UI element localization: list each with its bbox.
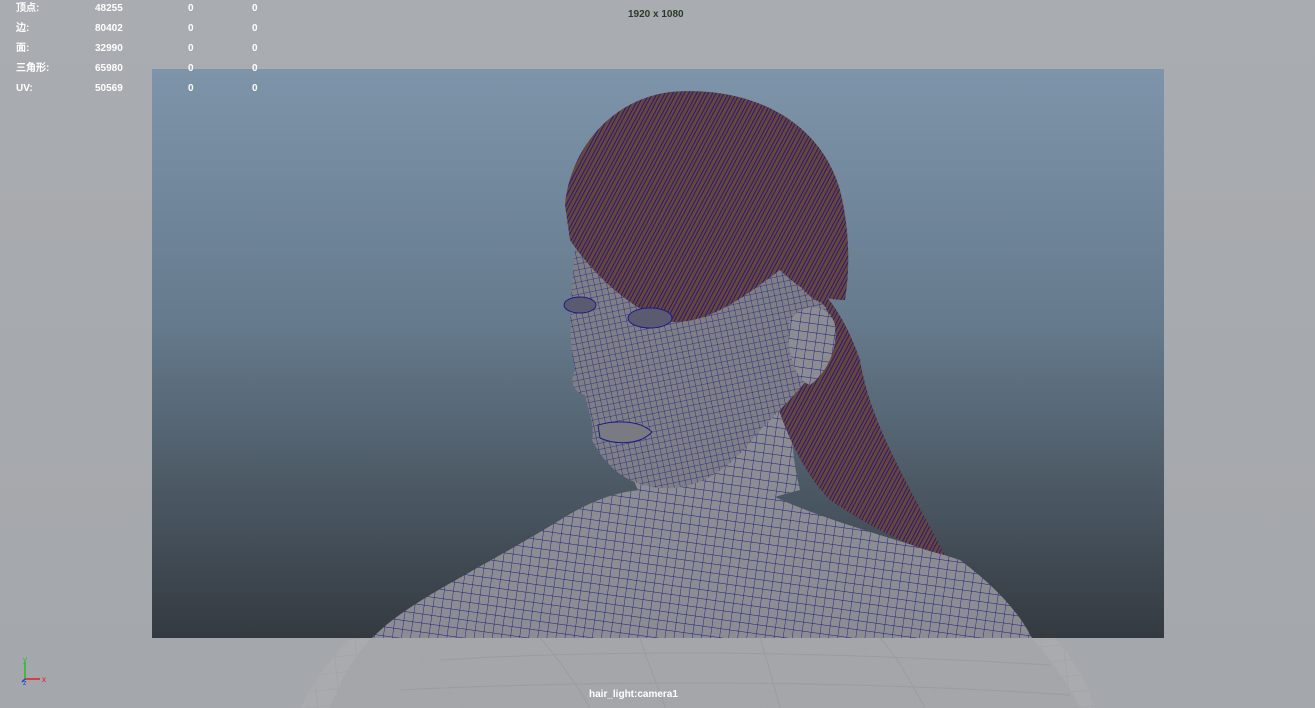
hud-label: 面: <box>16 43 30 54</box>
hud-uv-shell: 0 <box>252 3 258 14</box>
y-axis-label: y <box>23 656 27 664</box>
scene-render[interactable] <box>0 0 1315 708</box>
hud-row-vertices: 顶点: 48255 0 0 <box>16 0 276 19</box>
hud-uv-shell: 0 <box>252 43 258 54</box>
hud-uv-shell: 0 <box>252 63 258 74</box>
hud-selected: 0 <box>188 63 194 74</box>
hud-selected: 0 <box>188 3 194 14</box>
hud-selected: 0 <box>188 43 194 54</box>
hud-uv-shell: 0 <box>252 83 258 94</box>
lower-body-outside <box>330 637 1080 708</box>
hud-row-triangles: 三角形: 65980 0 0 <box>16 59 276 79</box>
hud-total: 65980 <box>95 63 123 74</box>
resolution-gate-label: 1920 x 1080 <box>628 9 684 20</box>
hud-label: 三角形: <box>16 63 50 74</box>
hud-total: 48255 <box>95 3 123 14</box>
hud-label: 边: <box>16 23 30 34</box>
hud-uv-shell: 0 <box>252 23 258 34</box>
hud-row-faces: 面: 32990 0 0 <box>16 39 276 59</box>
view-axis-icon: x y z <box>21 656 46 686</box>
hud-total: 50569 <box>95 83 123 94</box>
camera-name-label: hair_light:camera1 <box>589 689 678 700</box>
hud-row-edges: 边: 80402 0 0 <box>16 19 276 39</box>
heads-up-poly-count: 顶点: 48255 0 0 边: 80402 0 0 面: 32990 0 0 … <box>16 0 276 99</box>
z-axis-label: z <box>23 680 27 686</box>
hud-total: 80402 <box>95 23 123 34</box>
hud-row-uvs: UV: 50569 0 0 <box>16 79 276 99</box>
hud-label: UV: <box>16 83 33 94</box>
hud-label: 顶点: <box>16 3 40 14</box>
hud-selected: 0 <box>188 23 194 34</box>
maya-viewport[interactable]: 顶点: 48255 0 0 边: 80402 0 0 面: 32990 0 0 … <box>0 0 1315 708</box>
x-axis-label: x <box>42 675 46 684</box>
hud-total: 32990 <box>95 43 123 54</box>
hud-selected: 0 <box>188 83 194 94</box>
